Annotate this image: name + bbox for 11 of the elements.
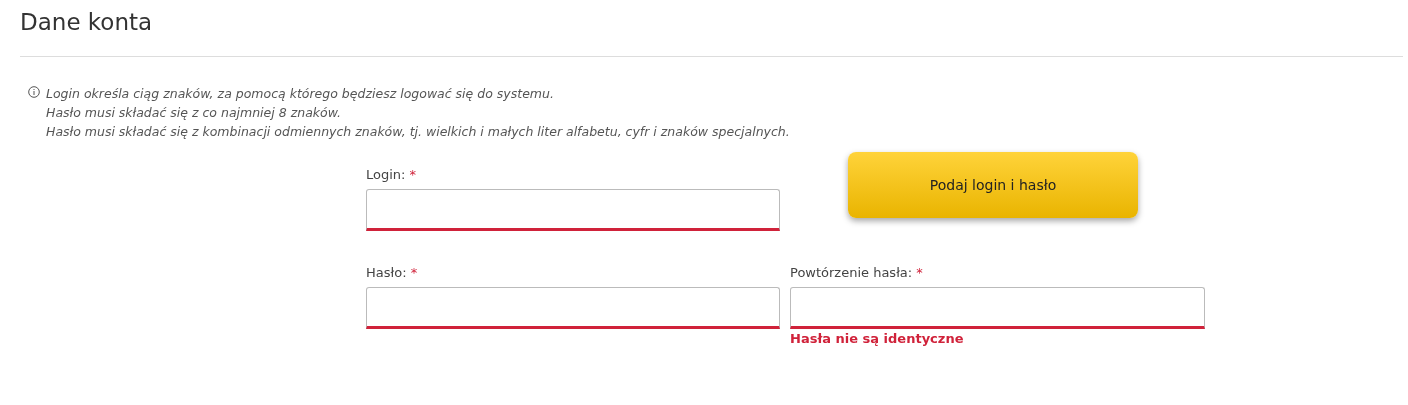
- error-message: Hasła nie są identyczne: [790, 331, 965, 347]
- input-field[interactable]: [790, 287, 1205, 329]
- field-label: Login: *: [366, 167, 418, 183]
- info-text: Login określa ciąg znaków, za pomocą którego będziesz logować się do systemu. Hasło musi składać się z co najmniej 8 znaków. Hasło musi składać się z kombinacji odmiennych znaków, tj. wielkich i małych liter alfabetu, cyfr i znaków specjalnych.: [46, 85, 790, 141]
- submit-button[interactable]: Podaj login i hasło: [848, 152, 1138, 218]
- input-field[interactable]: [366, 189, 780, 231]
- section-title: Dane konta: [20, 8, 154, 37]
- field-label: Powtórzenie hasła: *: [790, 265, 924, 281]
- input-field[interactable]: [366, 287, 780, 329]
- field-label: Hasło: *: [366, 265, 419, 281]
- info-icon: [28, 86, 40, 98]
